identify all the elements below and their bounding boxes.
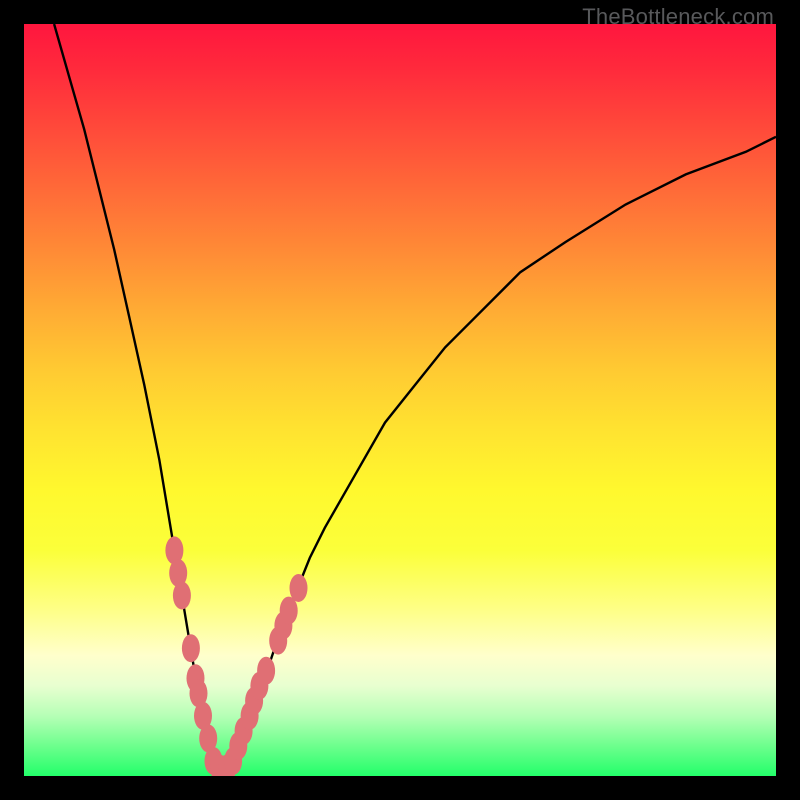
plot-area (24, 24, 776, 776)
bottleneck-curve (54, 24, 776, 769)
chart-svg (24, 24, 776, 776)
sample-marker (173, 582, 191, 610)
watermark-text: TheBottleneck.com (582, 4, 774, 30)
sample-marker (182, 634, 200, 662)
sample-marker (257, 657, 275, 685)
sample-marker (290, 574, 308, 602)
outer-frame: TheBottleneck.com (0, 0, 800, 800)
sample-markers-group (165, 536, 307, 776)
